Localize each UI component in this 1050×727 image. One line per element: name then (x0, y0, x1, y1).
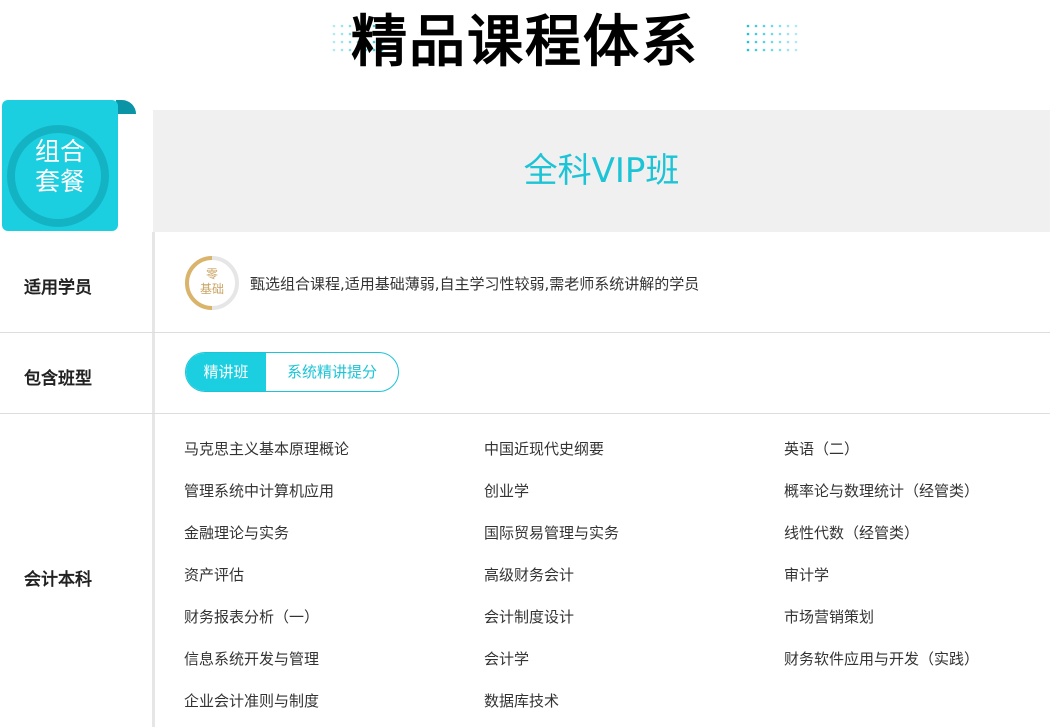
course-item: 审计学 (784, 566, 830, 584)
course-item: 企业会计准则与制度 (184, 692, 320, 710)
course-item: 资产评估 (184, 566, 245, 584)
row-divider (0, 413, 1050, 414)
course-item: 英语（二） (784, 440, 860, 458)
course-item: 创业学 (484, 482, 530, 500)
zero-label-line1: 零 (205, 267, 218, 281)
badge-line1: 组合 (34, 137, 85, 166)
left-column-divider (152, 232, 155, 727)
zero-label-line2: 基础 (199, 282, 224, 296)
badge-fold (116, 100, 136, 114)
course-item: 会计制度设计 (484, 608, 575, 626)
course-item: 概率论与数理统计（经管类） (784, 482, 980, 500)
badge-text: 组合 套餐 (2, 137, 118, 197)
dot-pattern-right-icon (746, 24, 798, 52)
row-label-classes: 包含班型 (24, 369, 92, 389)
course-package-title: 全科VIP班 (523, 151, 680, 191)
course-item: 管理系统中计算机应用 (184, 482, 335, 500)
class-type-tabs: 精讲班 系统精讲提分 (185, 352, 399, 392)
course-item: 信息系统开发与管理 (184, 650, 320, 668)
course-item: 国际贸易管理与实务 (484, 524, 620, 542)
course-item: 财务报表分析（一） (184, 608, 320, 626)
header-band: 全科VIP班 (153, 110, 1050, 232)
course-item: 数据库技术 (484, 692, 560, 710)
course-item: 线性代数（经管类） (784, 524, 920, 542)
course-item: 金融理论与实务 (184, 524, 290, 542)
course-item: 会计学 (484, 650, 530, 668)
row-divider (0, 332, 1050, 333)
page-title: 精品课程体系 (351, 10, 699, 75)
tab-systematic-boost[interactable]: 系统精讲提分 (266, 353, 398, 391)
row-label-courses: 会计本科 (24, 570, 92, 590)
course-item: 中国近现代史纲要 (484, 440, 605, 458)
title-area: 精品课程体系 (0, 0, 1050, 90)
tab-intensive-class[interactable]: 精讲班 (186, 353, 266, 391)
course-item: 财务软件应用与开发（实践） (784, 650, 980, 668)
course-item: 马克思主义基本原理概论 (184, 440, 350, 458)
badge-line2: 套餐 (34, 167, 85, 196)
row-label-audience: 适用学员 (24, 278, 92, 298)
combo-badge: 组合 套餐 (2, 100, 118, 231)
zero-foundation-label: 零 基础 (184, 267, 240, 297)
course-item: 市场营销策划 (784, 608, 875, 626)
course-item: 高级财务会计 (484, 566, 575, 584)
audience-description: 甄选组合课程,适用基础薄弱,自主学习性较弱,需老师系统讲解的学员 (250, 275, 700, 293)
